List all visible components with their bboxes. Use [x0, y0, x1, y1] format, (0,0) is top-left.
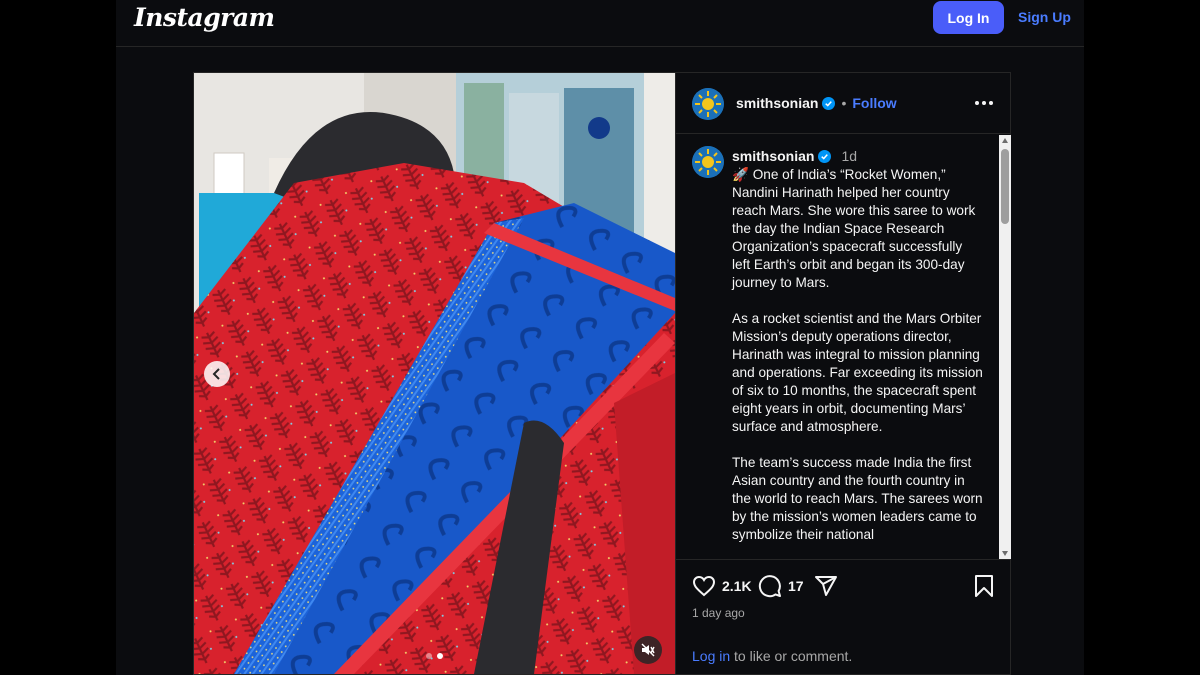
post-header: smithsonian • Follow	[676, 73, 1011, 134]
caption-scrollbar[interactable]	[999, 135, 1011, 559]
username-link[interactable]: smithsonian	[736, 95, 818, 111]
verified-badge-icon	[818, 149, 832, 163]
comment-count[interactable]: 17	[788, 578, 804, 594]
username-link[interactable]: smithsonian	[732, 148, 814, 164]
login-prompt-suffix: to like or comment.	[730, 648, 853, 664]
mute-button[interactable]	[634, 636, 662, 664]
caption-timestamp[interactable]: 1d	[841, 148, 857, 164]
top-navigation-bar: Instagram Log In Sign Up	[116, 0, 1084, 47]
saree-photo	[194, 73, 675, 674]
post-author: smithsonian • Follow	[736, 95, 897, 111]
share-icon[interactable]	[814, 574, 838, 598]
avatar[interactable]	[692, 146, 724, 178]
scroll-up-arrow-icon[interactable]	[1002, 138, 1008, 143]
bookmark-icon[interactable]	[972, 574, 996, 598]
more-options-icon[interactable]	[974, 93, 994, 113]
carousel-dot-active	[437, 653, 443, 659]
post-actions: 2.1K 17 1 day ago Log in to like or comm…	[676, 559, 1011, 674]
mute-icon	[641, 643, 655, 657]
like-count[interactable]: 2.1K	[722, 578, 752, 594]
carousel-indicator	[426, 653, 443, 659]
caption-text: 🚀 One of India’s “Rocket Women,” Nandini…	[732, 167, 983, 542]
log-in-button[interactable]: Log In	[933, 1, 1004, 34]
carousel-dot	[426, 653, 432, 659]
scroll-down-arrow-icon[interactable]	[1002, 551, 1008, 556]
separator-dot: •	[841, 95, 847, 111]
post-dialog: smithsonian • Follow smithsonian 1d 🚀 On…	[193, 72, 1011, 675]
sign-up-link[interactable]: Sign Up	[1018, 9, 1071, 25]
smithsonian-sun-logo-icon	[692, 88, 724, 120]
post-details-panel: smithsonian • Follow smithsonian 1d 🚀 On…	[675, 73, 1011, 674]
comment-icon[interactable]	[758, 574, 782, 598]
login-prompt: Log in to like or comment.	[692, 648, 852, 664]
chevron-left-icon	[212, 368, 220, 380]
heart-icon[interactable]	[692, 574, 716, 598]
avatar[interactable]	[692, 88, 724, 120]
previous-slide-button[interactable]	[204, 361, 230, 387]
caption-author: smithsonian 1d	[732, 148, 857, 164]
post-timestamp[interactable]: 1 day ago	[692, 606, 745, 620]
post-media[interactable]	[194, 73, 675, 674]
caption-scroll-area[interactable]: smithsonian 1d 🚀 One of India’s “Rocket …	[676, 135, 1011, 559]
instagram-logo[interactable]: Instagram	[134, 3, 275, 32]
smithsonian-sun-logo-icon	[692, 146, 724, 178]
follow-button[interactable]: Follow	[852, 95, 896, 111]
log-in-link[interactable]: Log in	[692, 648, 730, 664]
verified-badge-icon	[822, 96, 836, 110]
scrollbar-thumb[interactable]	[1001, 149, 1009, 224]
